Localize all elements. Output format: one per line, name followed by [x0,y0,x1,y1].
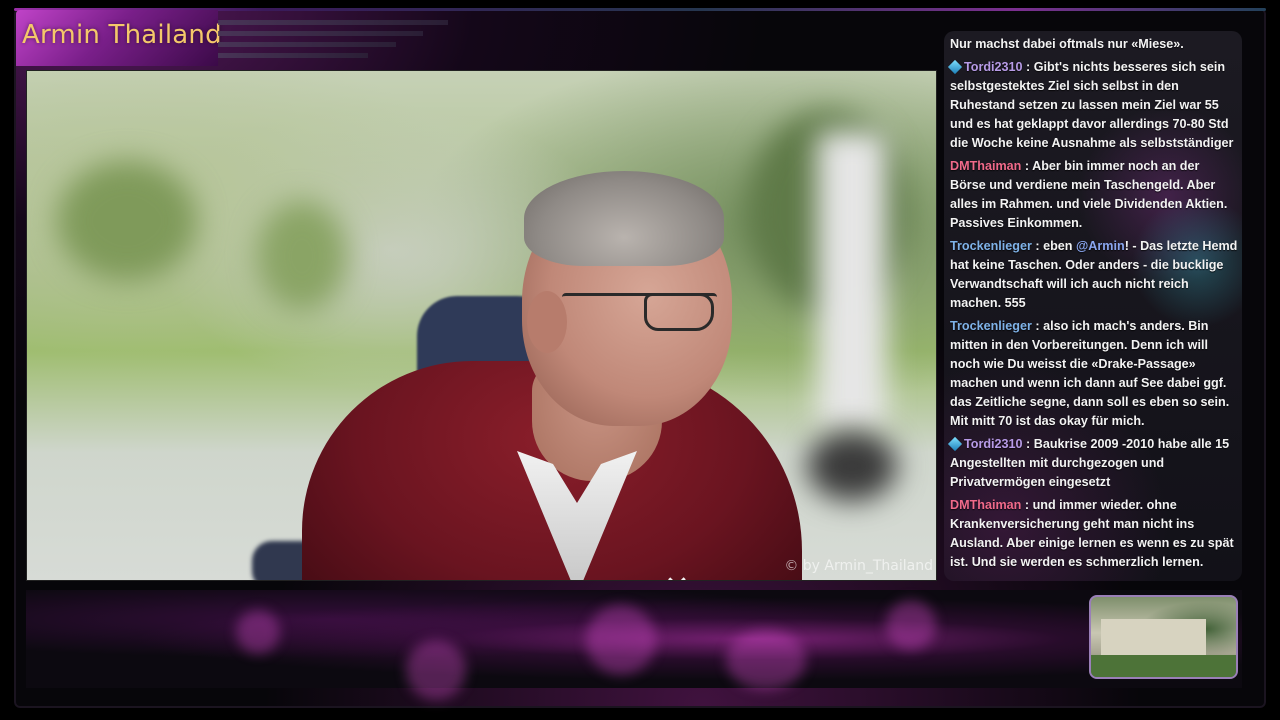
bokeh-light [886,600,936,650]
bokeh-light [406,640,466,700]
bottom-decorative-bar [26,590,1242,700]
chat-separator: : [1031,239,1044,253]
chat-message: DMThaiman : und immer wieder. ohne Krank… [950,496,1238,572]
chat-message: Tordi2310 : Baukrise 2009 -2010 habe all… [947,435,1238,492]
chat-mention[interactable]: @Armin [1076,239,1125,253]
background-object [807,431,897,501]
chat-username[interactable]: Tordi2310 [964,437,1023,451]
decorative-bars [218,20,448,64]
chat-separator: : [1021,498,1033,512]
chat-separator: : [1022,60,1034,74]
chat-username[interactable]: Trockenlieger [950,239,1032,253]
chat-message: Tordi2310 : Gibt's nichts besseres sich … [947,58,1238,153]
webcam-video: ✕ © by Armin_Thailand [26,70,937,581]
background-bush [257,201,347,311]
person-hair [524,171,724,266]
bokeh-light [586,605,656,675]
background-bush [57,161,197,281]
person-ear [527,291,567,353]
bokeh-light [726,630,806,690]
chat-message: Nur machst dabei oftmals nur «Miese». [950,35,1238,54]
chat-message: Trockenlieger : eben @Armin! - Das letzt… [950,237,1238,313]
camera-preview-thumbnail [1089,595,1238,679]
chat-username[interactable]: Tordi2310 [964,60,1023,74]
chat-separator: : [1022,437,1034,451]
chat-message-text: also ich mach's anders. Bin mitten in de… [950,319,1230,428]
chat-username[interactable]: Trockenlieger [950,319,1032,333]
chat-separator: : [1031,319,1044,333]
chat-message-list: Nur machst dabei oftmals nur «Miese». To… [947,35,1238,576]
chat-message: Trockenlieger : also ich mach's anders. … [950,317,1238,431]
bokeh-light [236,610,280,654]
glasses-lens [644,293,714,331]
gem-icon [947,436,963,452]
chat-username[interactable]: DMThaiman [950,159,1021,173]
thumbnail-wall [1101,619,1206,659]
chat-message-text: eben [1043,239,1077,253]
chat-message-text: Nur machst dabei oftmals nur «Miese». [950,37,1184,51]
thumbnail-grass [1091,655,1236,677]
stream-title: Armin Thailand [22,20,222,50]
chat-panel: Nur machst dabei oftmals nur «Miese». To… [944,31,1242,581]
video-watermark: © by Armin_Thailand [784,558,933,574]
background-pillar [817,131,887,431]
chat-username[interactable]: DMThaiman [950,498,1021,512]
shirt-logo-icon: ✕ [655,571,699,581]
chat-separator: : [1021,159,1033,173]
chat-message: DMThaiman : Aber bin immer noch an der B… [950,157,1238,233]
gem-icon [947,59,963,75]
